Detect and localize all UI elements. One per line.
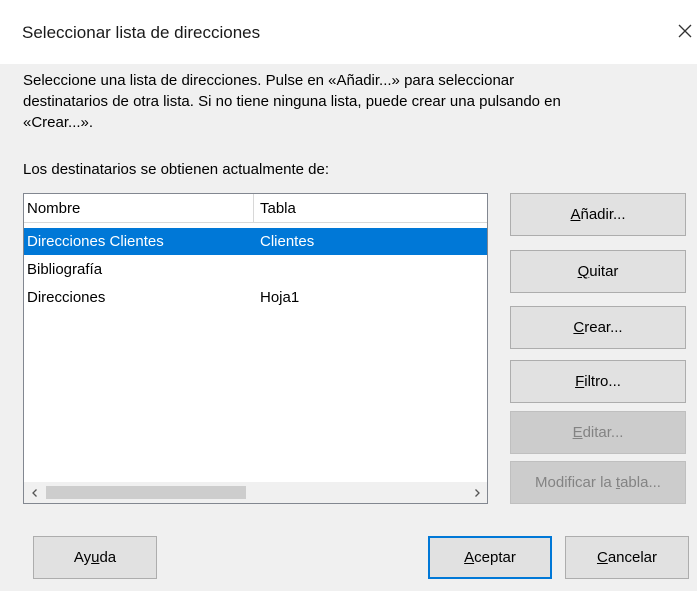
create-button[interactable]: Crear...: [510, 306, 686, 349]
ok-button-label: Aceptar: [464, 549, 516, 566]
current-source-label: Los destinatarios se obtienen actualment…: [23, 161, 330, 178]
create-button-label: Crear...: [573, 319, 623, 336]
add-button[interactable]: Añadir...: [510, 193, 686, 236]
dialog-title: Seleccionar lista de direcciones: [22, 23, 261, 42]
list-row[interactable]: Direcciones Hoja1: [24, 284, 487, 311]
help-button-label: Ayuda: [73, 549, 117, 566]
list-row[interactable]: Direcciones Clientes Clientes: [24, 228, 487, 255]
ok-button[interactable]: Aceptar: [428, 536, 552, 579]
column-header-table[interactable]: Tabla: [260, 200, 296, 217]
address-list[interactable]: Nombre Tabla Direcciones Clientes Client…: [23, 193, 488, 504]
horizontal-scrollbar[interactable]: [24, 482, 487, 503]
row-name: Bibliografía: [27, 261, 103, 278]
edit-button[interactable]: Editar...: [510, 411, 686, 454]
modify-table-button[interactable]: Modificar la tabla...: [510, 461, 686, 504]
column-separator[interactable]: [253, 194, 254, 222]
title-bar: Seleccionar lista de direcciones: [0, 0, 697, 64]
list-row[interactable]: Bibliografía: [24, 256, 487, 283]
chevron-right-icon: [474, 488, 480, 497]
row-name: Direcciones: [27, 289, 106, 306]
filter-button[interactable]: Filtro...: [510, 360, 686, 403]
close-icon: [678, 24, 692, 38]
scrollbar-thumb[interactable]: [46, 486, 246, 499]
chevron-left-icon: [31, 488, 37, 497]
modify-table-button-label: Modificar la tabla...: [535, 474, 661, 491]
row-table: Hoja1: [260, 289, 300, 306]
cancel-button-label: Cancelar: [596, 549, 658, 566]
list-header: Nombre Tabla: [24, 194, 487, 223]
scroll-left-button[interactable]: [24, 482, 45, 503]
row-name: Direcciones Clientes: [27, 233, 164, 250]
edit-button-label: Editar...: [572, 424, 624, 441]
scroll-right-button[interactable]: [466, 482, 487, 503]
row-table: Clientes: [260, 233, 315, 250]
cancel-button[interactable]: Cancelar: [565, 536, 689, 579]
remove-button[interactable]: Quitar: [510, 250, 686, 293]
column-header-name[interactable]: Nombre: [27, 200, 80, 217]
filter-button-label: Filtro...: [575, 373, 621, 390]
remove-button-label: Quitar: [577, 263, 619, 280]
close-button[interactable]: [673, 14, 697, 48]
dialog-description: Seleccione una lista de direcciones. Pul…: [23, 72, 561, 131]
help-button[interactable]: Ayuda: [33, 536, 157, 579]
add-button-label: Añadir...: [570, 206, 626, 223]
